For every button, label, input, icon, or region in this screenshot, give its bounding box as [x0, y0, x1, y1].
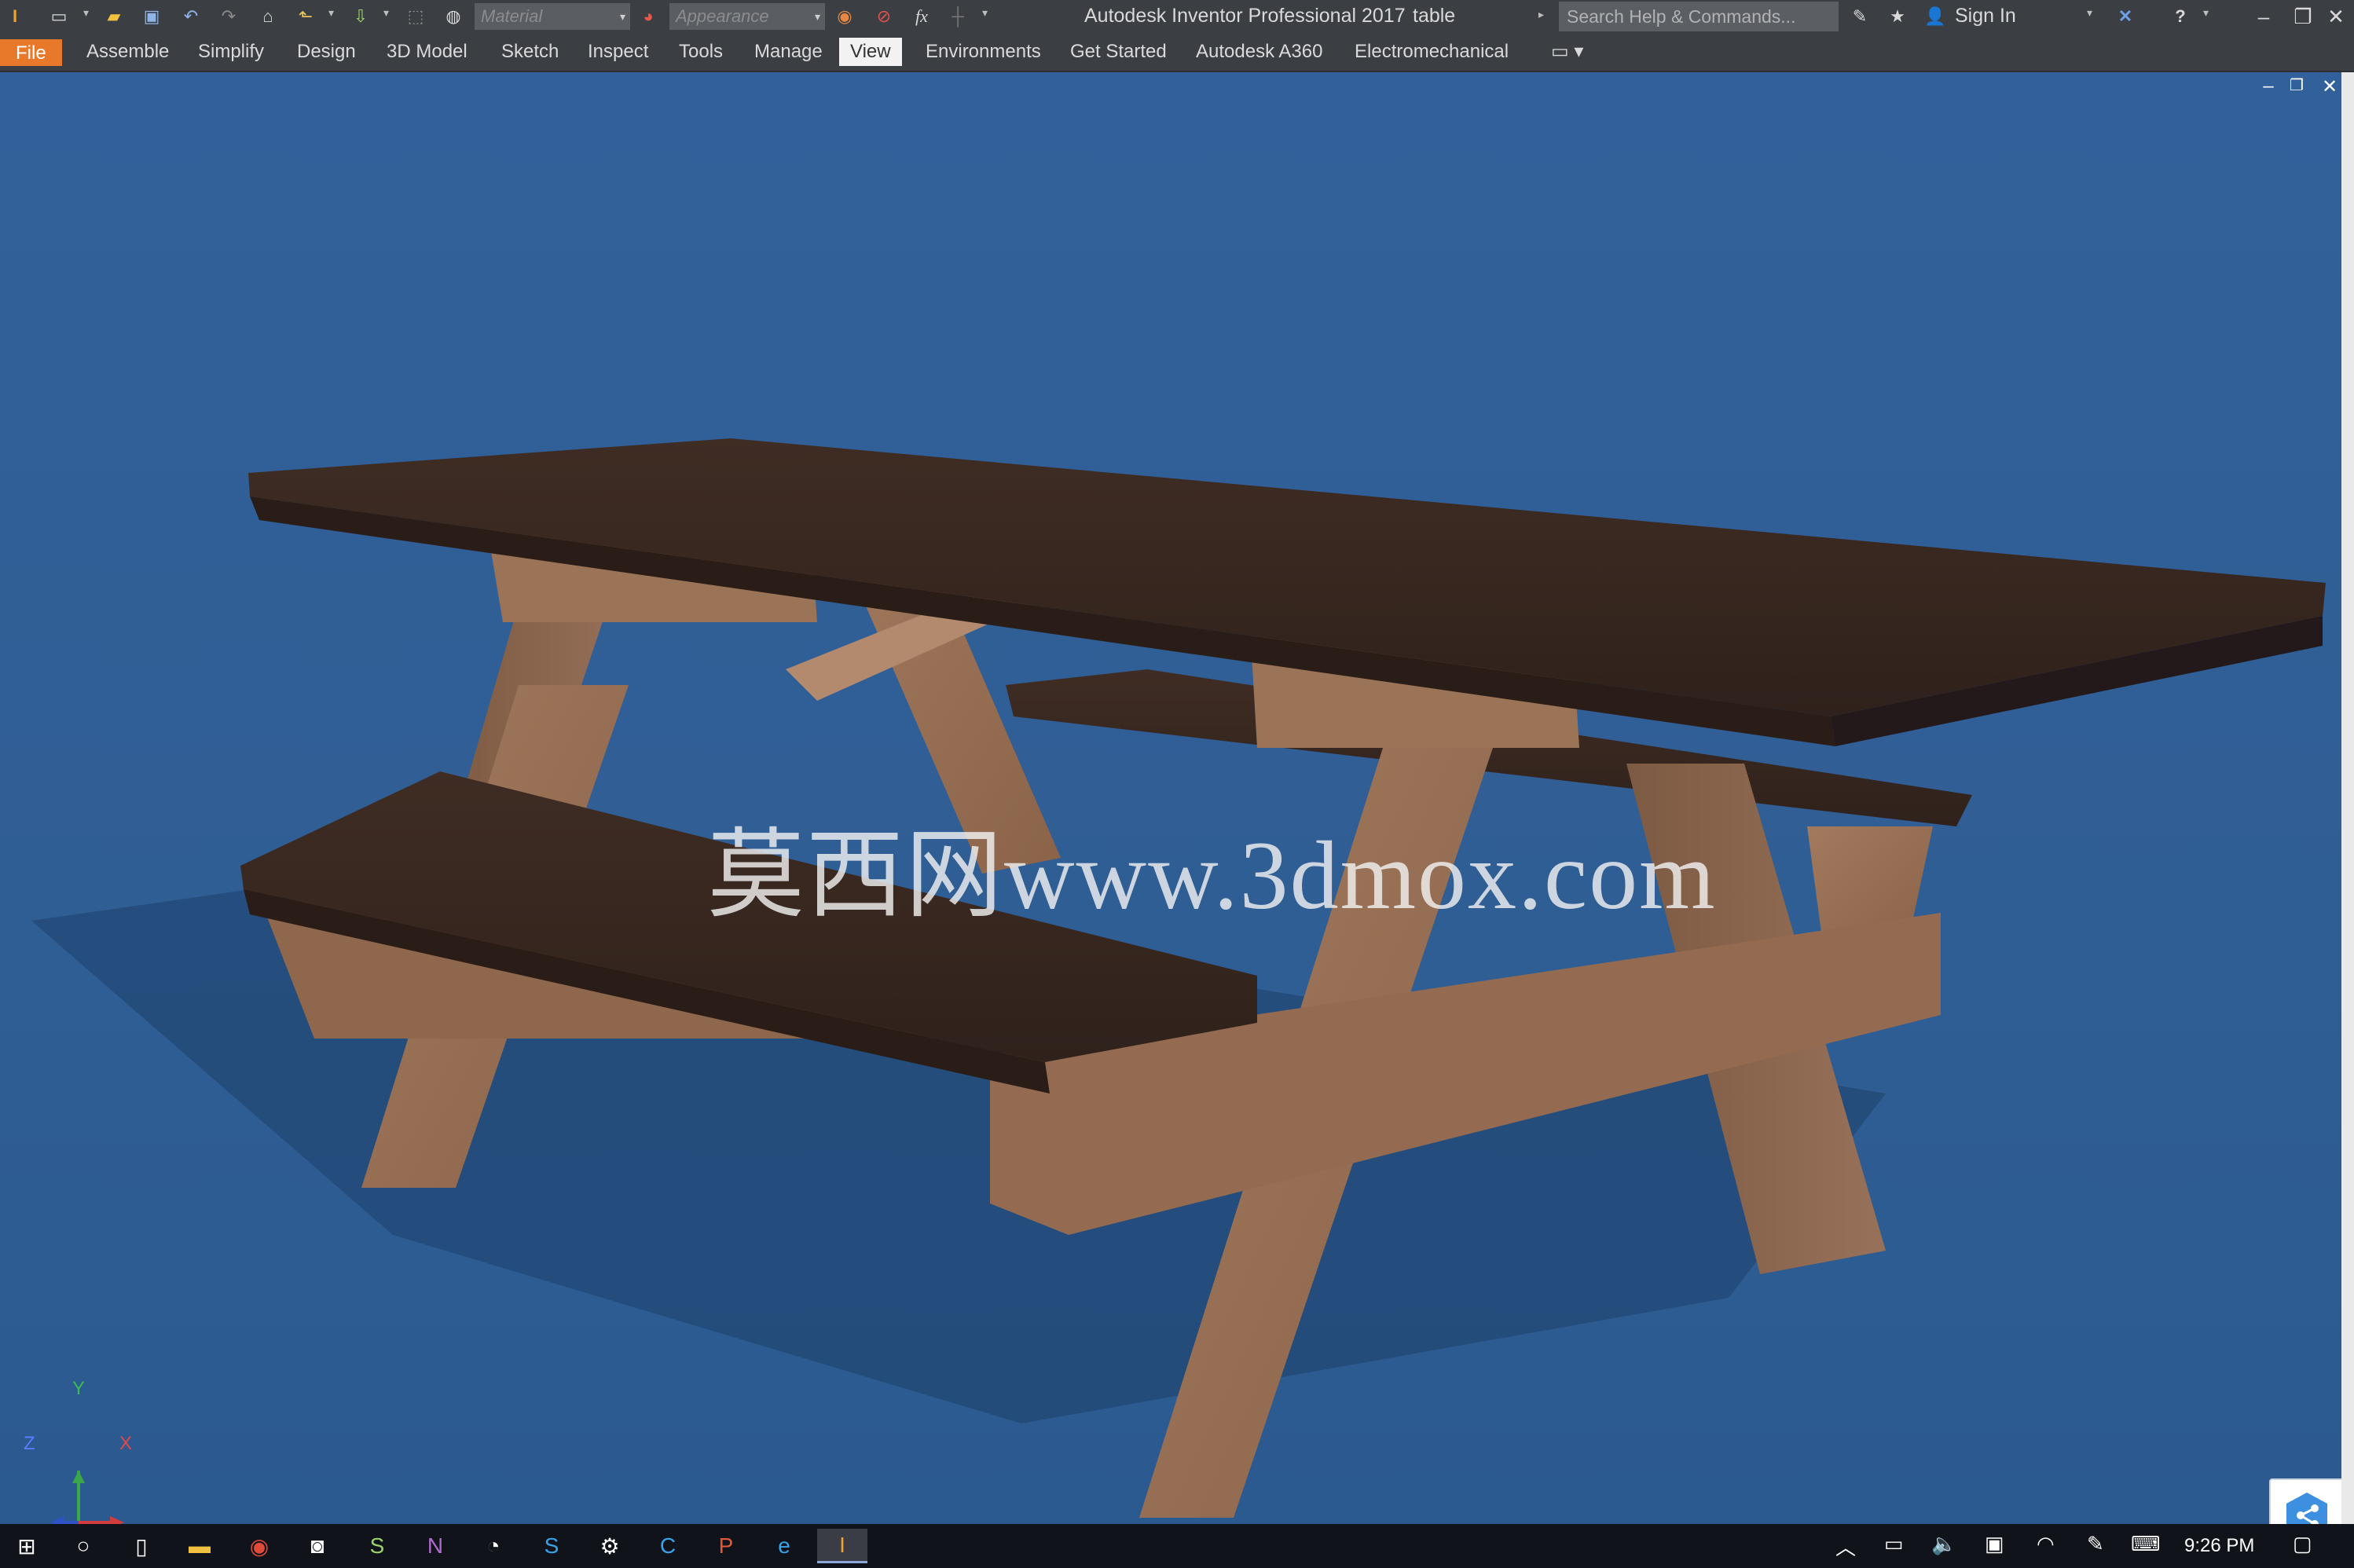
view-cube[interactable]: [2269, 1478, 2341, 1524]
redo-icon[interactable]: ↷: [217, 5, 240, 28]
help-label: ?: [2175, 6, 2186, 26]
sign-in-dropdown-icon[interactable]: ▾: [2087, 6, 2092, 20]
tab-design[interactable]: Design: [286, 38, 367, 66]
exchange-apps-icon[interactable]: ✕: [2114, 5, 2137, 28]
expand-search-icon[interactable]: ▸: [1538, 8, 1544, 21]
ribbon-tabs: File Assemble Simplify Design 3D Model S…: [0, 33, 2354, 72]
tab-inspect[interactable]: Inspect: [577, 38, 659, 66]
save-icon[interactable]: ▣: [140, 5, 163, 28]
skype-icon[interactable]: S: [526, 1529, 577, 1563]
new-dropdown-icon[interactable]: ▾: [83, 6, 89, 20]
tray-overflow-icon[interactable]: ︿: [1835, 1532, 1856, 1561]
taskbar-clock[interactable]: 9:26 PM: [2184, 1535, 2254, 1557]
tab-get-started[interactable]: Get Started: [1059, 38, 1178, 66]
help-dropdown-icon[interactable]: ▾: [2203, 6, 2209, 20]
close-window-icon[interactable]: ✕: [2316, 2, 2354, 31]
undo-icon[interactable]: ↶: [179, 5, 203, 28]
appearance-combo[interactable]: Appearance ▾: [669, 3, 825, 30]
appearance-placeholder: Appearance: [676, 6, 769, 26]
clock-app-icon[interactable]: ◔: [468, 1529, 519, 1563]
volume-icon[interactable]: 🔈: [1931, 1532, 1956, 1556]
action-center-icon[interactable]: ▢: [2293, 1532, 2312, 1556]
viewport-scrollbar[interactable]: [2341, 72, 2354, 1524]
clear-appearance-icon[interactable]: ⊘: [872, 5, 896, 28]
update-dropdown-icon[interactable]: ▾: [383, 6, 389, 20]
file-explorer-icon[interactable]: ▬: [174, 1529, 225, 1563]
taskbar: ⊞ ○ ▯ ▬ ◉ ◙ S N ◔ S ⚙ C P e I ︿ ▭ 🔈 ▣ ◠ …: [0, 1524, 2354, 1568]
customize-dropdown-icon[interactable]: ▾: [982, 6, 988, 20]
favorites-star-icon[interactable]: ★: [1886, 5, 1909, 28]
watermark: 莫西网www.3dmox.com: [707, 822, 1717, 929]
keyboard-icon[interactable]: ⌨: [2131, 1532, 2161, 1556]
tab-environments[interactable]: Environments: [915, 38, 1052, 66]
edge-icon[interactable]: e: [759, 1529, 809, 1563]
camera-icon[interactable]: ◙: [292, 1529, 343, 1563]
inventor-taskbar-icon[interactable]: I: [817, 1529, 867, 1563]
pin-icon[interactable]: ✎: [1848, 5, 1872, 28]
help-icon[interactable]: ?: [2169, 5, 2192, 28]
tab-electromechanical[interactable]: Electromechanical: [1344, 38, 1520, 66]
sway-icon[interactable]: S: [352, 1529, 402, 1563]
update-icon[interactable]: ⇩: [349, 5, 372, 28]
windows-start-icon[interactable]: ⊞: [2, 1529, 52, 1563]
tab-tools[interactable]: Tools: [668, 38, 734, 66]
user-icon[interactable]: 👤: [1923, 5, 1947, 28]
app-title: Autodesk Inventor Professional 2017: [1084, 5, 1406, 27]
fx-parameters-icon[interactable]: fx: [910, 5, 933, 28]
viewport-restore-icon[interactable]: ❐: [2285, 75, 2308, 95]
material-placeholder: Material: [481, 6, 543, 26]
pen-icon[interactable]: ✎: [2087, 1532, 2104, 1556]
battery-icon[interactable]: ▭: [1884, 1532, 1904, 1556]
tab-3d-model[interactable]: 3D Model: [376, 38, 478, 66]
graphics-viewport[interactable]: 莫西网www.3dmox.com Y Z X: [0, 72, 2341, 1524]
select-icon[interactable]: ⬚: [404, 5, 427, 28]
tab-simplify[interactable]: Simplify: [187, 38, 275, 66]
axis-y-label: Y: [72, 1378, 86, 1399]
axis-z-label: Z: [24, 1433, 35, 1454]
share-cube-icon: [2286, 1493, 2327, 1524]
minimize-window-icon[interactable]: –: [2244, 2, 2283, 31]
tab-autodesk-a360[interactable]: Autodesk A360: [1185, 38, 1333, 66]
tab-assemble[interactable]: Assemble: [75, 38, 180, 66]
adjust-appearance-icon[interactable]: ◉: [833, 5, 856, 28]
wifi-icon[interactable]: ◠: [2037, 1532, 2055, 1556]
ribbon-display-toggle-icon[interactable]: ▭ ▾: [1540, 38, 1594, 66]
tab-manage[interactable]: Manage: [743, 38, 834, 66]
task-view-icon[interactable]: ▯: [116, 1529, 167, 1563]
axis-triad: [50, 1471, 124, 1524]
viewport-close-icon[interactable]: ✕: [2318, 75, 2341, 98]
chevron-down-icon: ▾: [814, 10, 820, 23]
tab-file[interactable]: File: [0, 39, 62, 66]
title-bar: I ▭ ▾ ▰ ▣ ↶ ↷ ⌂ ⬑ ▾ ⇩ ▾ ⬚ ◍ Material ▾ ◕…: [0, 0, 2354, 33]
inventor-logo-icon[interactable]: I: [3, 5, 27, 28]
powerpoint-icon[interactable]: P: [701, 1529, 751, 1563]
search-input[interactable]: Search Help & Commands...: [1559, 2, 1839, 31]
return-dropdown-icon[interactable]: ▾: [328, 6, 334, 20]
appearance-sphere-icon[interactable]: ◕: [636, 5, 660, 28]
chevron-down-icon: ▾: [619, 10, 625, 23]
return-icon[interactable]: ⬑: [294, 5, 317, 28]
settings-gear-icon[interactable]: ⚙: [585, 1529, 635, 1563]
cortana-search-icon[interactable]: ○: [58, 1529, 108, 1563]
measure-icon[interactable]: ┼: [946, 5, 970, 28]
open-folder-icon[interactable]: ▰: [102, 5, 126, 28]
document-title: table: [1413, 5, 1456, 27]
axis-x-label: X: [119, 1433, 133, 1454]
tab-view[interactable]: View: [839, 38, 902, 66]
new-file-icon[interactable]: ▭: [47, 5, 71, 28]
onenote-icon[interactable]: N: [410, 1529, 460, 1563]
viewport-minimize-icon[interactable]: –: [2257, 75, 2280, 97]
chrome-icon[interactable]: ◉: [234, 1529, 284, 1563]
sign-in-link[interactable]: Sign In: [1955, 5, 2016, 27]
fx-label: fx: [915, 6, 928, 26]
material-combo[interactable]: Material ▾: [475, 3, 630, 30]
ccleaner-icon[interactable]: C: [643, 1529, 693, 1563]
display-icon[interactable]: ▣: [1985, 1532, 2004, 1556]
color-override-icon[interactable]: ◍: [442, 5, 465, 28]
tab-sketch[interactable]: Sketch: [490, 38, 570, 66]
home-icon[interactable]: ⌂: [256, 5, 280, 28]
